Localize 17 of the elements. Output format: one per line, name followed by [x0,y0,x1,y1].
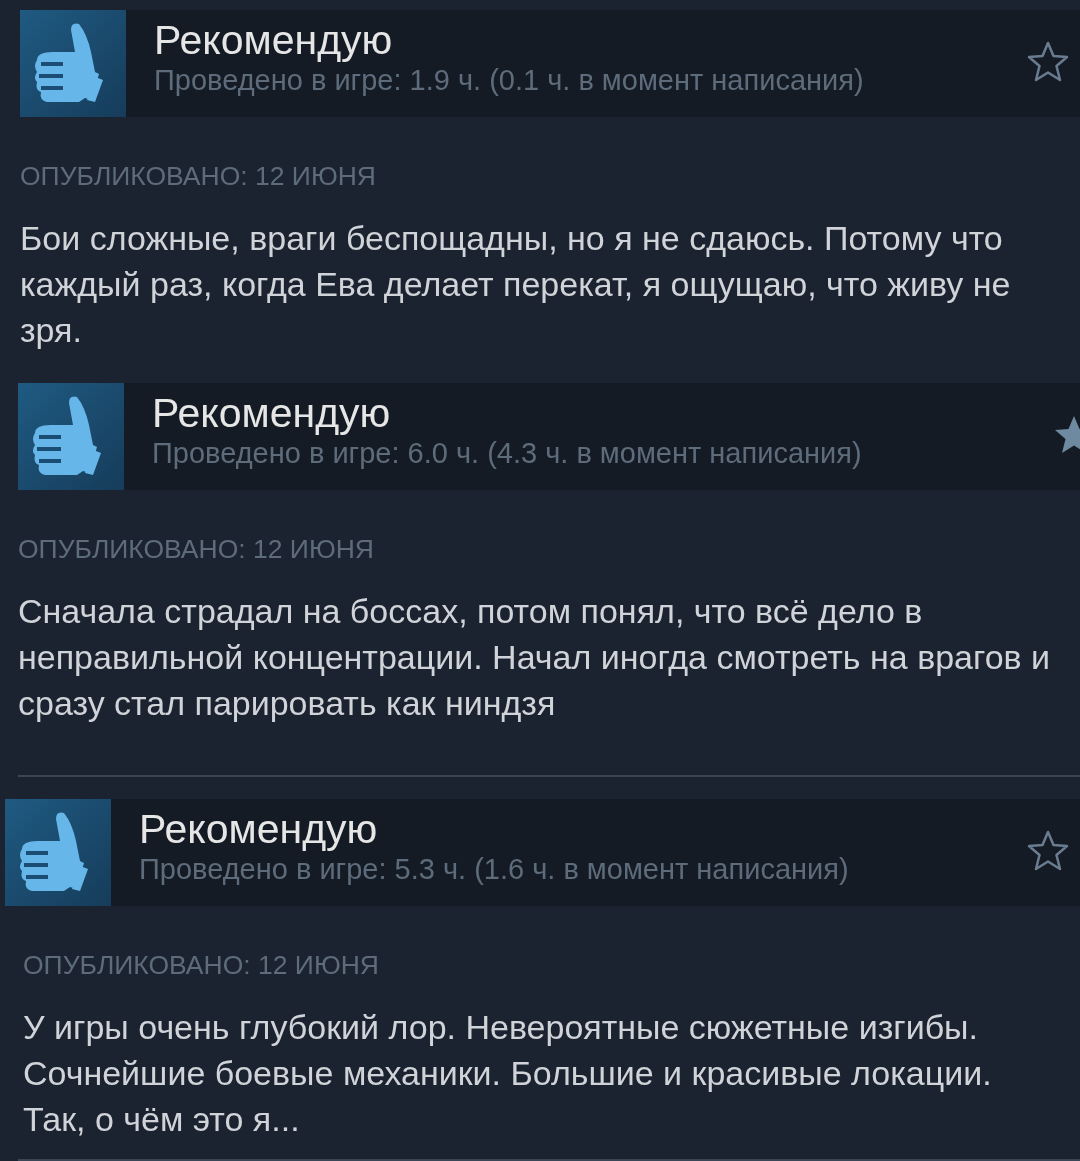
playtime-text: Проведено в игре: 6.0 ч. (4.3 ч. в момент написания) [152,436,862,471]
posted-date: ОПУБЛИКОВАНО: 12 ИЮНЯ [18,533,375,566]
thumbs-up-icon [5,799,111,906]
posted-date: ОПУБЛИКОВАНО: 12 ИЮНЯ [23,949,380,982]
review-verdict: Рекомендую [139,807,378,853]
playtime-text: Проведено в игре: 5.3 ч. (1.6 ч. в момент написания) [139,852,849,887]
review-text: У игры очень глубокий лор. Невероятные сюжетные изгибы. Сочнейшие боевые механики. Большие и красивые локации. Так, о чём это я... [23,1006,993,1140]
review-verdict: Рекомендую [154,18,393,64]
posted-date: ОПУБЛИКОВАНО: 12 ИЮНЯ [20,160,377,193]
review-verdict: Рекомендую [152,391,391,437]
star-icon[interactable] [1026,40,1070,84]
review-text: Бои сложные, враги беспощадны, но я не сдаюсь. Потому что каждый раз, когда Ева делает перекат, я ощущаю, что живу не зря. [20,217,1012,351]
thumbs-up-icon [18,383,124,490]
review-text: Сначала страдал на боссах, потом понял, что всё дело в неправильной концентрации. Начал иногда смотреть на врагов и сразу стал парировать как ниндзя [18,590,1052,724]
thumbs-up-icon [20,10,126,117]
star-icon[interactable] [1026,829,1070,873]
playtime-text: Проведено в игре: 1.9 ч. (0.1 ч. в момент написания) [154,63,864,98]
